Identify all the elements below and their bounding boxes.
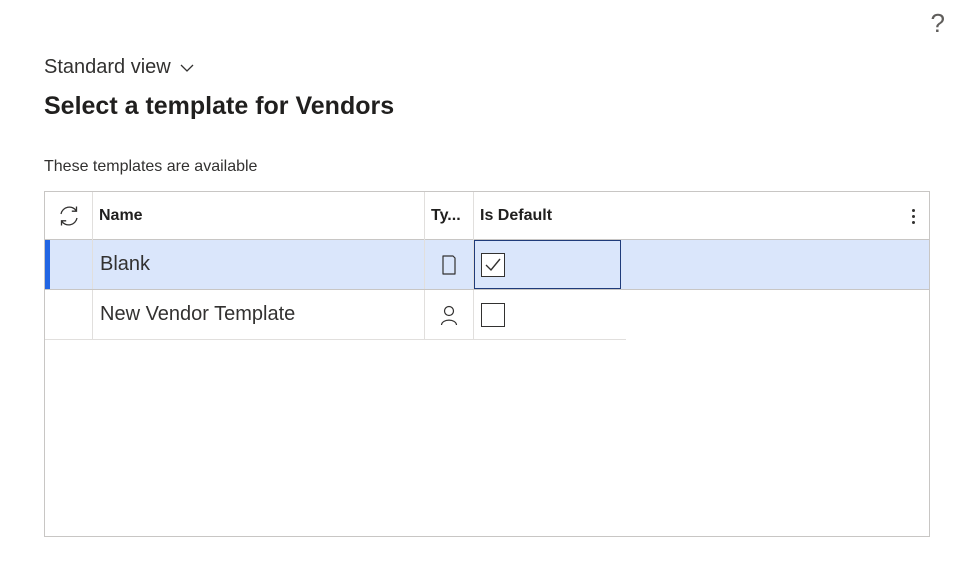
help-button[interactable]: ? <box>931 10 945 36</box>
more-dot <box>911 208 915 212</box>
person-icon <box>440 305 458 325</box>
more-dot <box>911 220 915 224</box>
grid-header: Name Ty... Is Default <box>45 192 929 240</box>
templates-grid: Name Ty... Is Default Blank New Vendor T… <box>44 191 930 537</box>
row-name[interactable]: New Vendor Template <box>93 290 425 339</box>
refresh-button[interactable] <box>45 192 93 240</box>
table-row[interactable]: Blank <box>45 240 929 290</box>
refresh-icon <box>59 206 78 226</box>
view-selector[interactable]: Standard view <box>44 56 195 79</box>
more-dot <box>911 214 915 218</box>
more-options-icon[interactable] <box>903 202 923 230</box>
table-row[interactable]: New Vendor Template <box>45 290 626 340</box>
row-is-default-cell[interactable] <box>474 240 621 289</box>
row-type <box>425 240 474 289</box>
view-label: Standard view <box>44 56 171 78</box>
page: ? Standard view Select a template for Ve… <box>0 0 967 561</box>
is-default-checkbox[interactable] <box>481 302 505 327</box>
row-marker[interactable] <box>45 290 93 339</box>
is-default-checkbox[interactable] <box>481 252 505 277</box>
row-marker[interactable] <box>45 240 93 289</box>
grid-caption: These templates are available <box>44 158 258 175</box>
row-name[interactable]: Blank <box>93 240 425 289</box>
row-type <box>425 290 474 339</box>
page-title: Select a template for Vendors <box>44 92 395 120</box>
column-header-name[interactable]: Name <box>93 192 425 240</box>
checkmark-icon <box>485 258 501 271</box>
row-is-default-cell[interactable] <box>474 290 621 339</box>
chevron-down-icon <box>180 64 194 72</box>
column-header-is-default[interactable]: Is Default <box>474 192 624 240</box>
document-icon <box>442 254 456 275</box>
column-header-type[interactable]: Ty... <box>425 192 474 240</box>
